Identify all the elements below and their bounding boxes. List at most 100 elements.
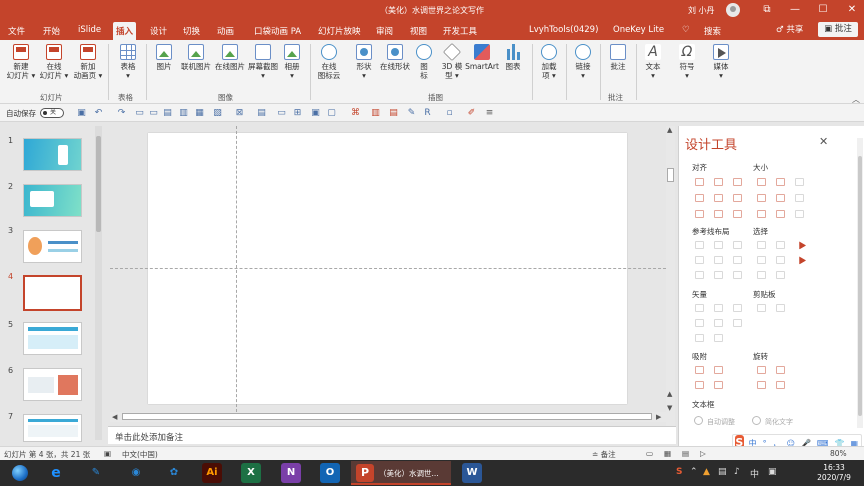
tab-lvyhtools[interactable]: LvyhTools(0429): [529, 25, 598, 35]
tab-developer[interactable]: 开发工具: [443, 25, 477, 37]
link-button[interactable]: 链接 ▾: [570, 44, 596, 80]
scrollbar-thumb[interactable]: [858, 156, 862, 416]
tab-file[interactable]: 文件: [8, 25, 25, 37]
slide-thumbnail[interactable]: [23, 322, 82, 355]
guide-tool-icon[interactable]: [733, 241, 742, 249]
cursor-icon[interactable]: [795, 254, 807, 265]
slide-thumbnail[interactable]: [23, 138, 82, 171]
qat-tool-icon[interactable]: R: [422, 108, 433, 119]
icon-cloud-button[interactable]: 在线 图标云: [314, 44, 344, 80]
volume-icon[interactable]: ♪: [734, 467, 740, 477]
redo-icon[interactable]: ↷: [116, 108, 127, 119]
slide-thumbnail[interactable]: [23, 368, 82, 401]
slideshow-view-icon[interactable]: ▷: [700, 449, 706, 458]
vector-tool-icon[interactable]: [695, 319, 704, 327]
undo-icon[interactable]: ↶: [93, 108, 104, 119]
onenote-icon[interactable]: N: [281, 463, 301, 483]
align-center-icon[interactable]: [714, 178, 723, 186]
select-tool-icon[interactable]: [776, 271, 785, 279]
comment-button[interactable]: 批注: [604, 44, 632, 71]
slide-thumbnail-selected[interactable]: [23, 275, 82, 311]
slide-thumbnail[interactable]: [23, 184, 82, 217]
smartart-button[interactable]: SmartArt: [464, 44, 500, 71]
guide-tool-icon[interactable]: [695, 241, 704, 249]
qat-tool-icon[interactable]: ▢: [326, 108, 337, 119]
app-icon[interactable]: ✿: [164, 463, 184, 483]
ribbon-display-icon[interactable]: ⧉: [760, 3, 774, 17]
zoom-level[interactable]: 80%: [830, 449, 847, 458]
slide-thumbnail[interactable]: [23, 230, 82, 263]
snap-tool-icon[interactable]: [695, 381, 704, 389]
snap-tool-icon[interactable]: [714, 381, 723, 389]
online-picture-button[interactable]: 联机图片: [178, 44, 214, 71]
qat-tool-icon[interactable]: ▧: [212, 108, 223, 119]
tab-pocket-animation[interactable]: 口袋动画 PA: [254, 25, 301, 37]
qat-tool-icon[interactable]: ⌘: [350, 108, 361, 119]
scrollbar-thumb[interactable]: [96, 136, 101, 232]
vector-tool-icon[interactable]: [733, 304, 742, 312]
horizontal-guide[interactable]: [110, 268, 666, 269]
clipboard-tool-icon[interactable]: [776, 304, 785, 312]
qat-tool-icon[interactable]: ▦: [194, 108, 205, 119]
qat-tool-icon[interactable]: ▤: [388, 108, 399, 119]
vector-tool-icon[interactable]: [695, 334, 704, 342]
spellcheck-icon[interactable]: ▣: [104, 449, 111, 458]
tray-app-icon[interactable]: ▣: [768, 467, 777, 477]
symbol-button[interactable]: Ω 符号 ▾: [674, 44, 700, 80]
select-tool-icon[interactable]: [776, 241, 785, 249]
align-tool-icon[interactable]: [733, 210, 742, 218]
qat-tool-icon[interactable]: ▣: [310, 108, 321, 119]
slide-panel-scrollbar[interactable]: [95, 126, 102, 440]
online-slide-button[interactable]: 在线 幻灯片 ▾: [39, 44, 69, 80]
table-button[interactable]: 表格 ▾: [114, 44, 142, 80]
editor-horizontal-scrollbar[interactable]: ◀ ▶: [110, 412, 666, 422]
model-3d-button[interactable]: 3D 模 型 ▾: [438, 42, 466, 80]
guide-tool-icon[interactable]: [695, 256, 704, 264]
addin-button[interactable]: 加载 项 ▾: [536, 44, 562, 80]
select-tool-icon[interactable]: [757, 241, 766, 249]
tab-transitions[interactable]: 切换: [183, 25, 200, 37]
size-tool-icon[interactable]: [776, 210, 785, 218]
scroll-up-icon[interactable]: ▲: [667, 126, 672, 134]
maximize-icon[interactable]: ☐: [816, 3, 830, 17]
picture-button[interactable]: 图片: [150, 44, 178, 71]
save-icon[interactable]: ▣: [76, 108, 87, 119]
start-button-icon[interactable]: [12, 465, 28, 481]
scrollbar-thumb[interactable]: [667, 168, 674, 182]
cortana-icon[interactable]: ◉: [126, 463, 146, 483]
sogou-tray-icon[interactable]: S: [676, 467, 682, 477]
close-icon[interactable]: ✕: [819, 135, 828, 148]
qat-chart-icon[interactable]: ▥: [178, 108, 189, 119]
rotate-tool-icon[interactable]: [776, 366, 785, 374]
edge-icon[interactable]: e: [46, 463, 66, 483]
vector-tool-icon[interactable]: [714, 319, 723, 327]
align-right-icon[interactable]: [733, 178, 742, 186]
input-lang-icon[interactable]: 中: [750, 467, 759, 480]
powerpoint-task-button[interactable]: P （美化）水调世...: [351, 461, 451, 485]
vector-tool-icon[interactable]: [733, 319, 742, 327]
sorter-view-icon[interactable]: ▦: [664, 449, 671, 458]
scroll-right-icon[interactable]: ▶: [656, 413, 661, 421]
clipboard-tool-icon[interactable]: [757, 304, 766, 312]
anim-page-button[interactable]: 新加 动画页 ▾: [72, 44, 104, 80]
size-tool-icon[interactable]: [757, 210, 766, 218]
screenshot-button[interactable]: 屏幕截图 ▾: [246, 44, 280, 80]
paint-icon[interactable]: ✎: [86, 463, 106, 483]
tab-islide[interactable]: iSlide: [78, 25, 101, 35]
distribute-h-icon[interactable]: [695, 210, 704, 218]
distribute-v-icon[interactable]: [714, 210, 723, 218]
brush-icon[interactable]: ✐: [466, 108, 477, 119]
new-slide-button[interactable]: 新建 幻灯片 ▾: [6, 44, 36, 80]
avatar[interactable]: [726, 3, 740, 17]
chart-button[interactable]: 图表: [502, 44, 524, 71]
scroll-down-icon[interactable]: ▼: [667, 404, 672, 412]
notes-toggle[interactable]: ≐ 备注: [592, 449, 616, 460]
tab-onekey-lite[interactable]: OneKey Lite: [613, 25, 664, 35]
reading-view-icon[interactable]: ▤: [682, 449, 689, 458]
search-tab[interactable]: 搜索: [704, 25, 721, 37]
qat-tool-icon[interactable]: ▤: [162, 108, 173, 119]
magic-wand-icon[interactable]: [795, 239, 807, 250]
qat-tool-icon[interactable]: ▥: [370, 108, 381, 119]
outlook-icon[interactable]: O: [320, 463, 340, 483]
language-indicator[interactable]: 中文(中国): [122, 449, 158, 460]
